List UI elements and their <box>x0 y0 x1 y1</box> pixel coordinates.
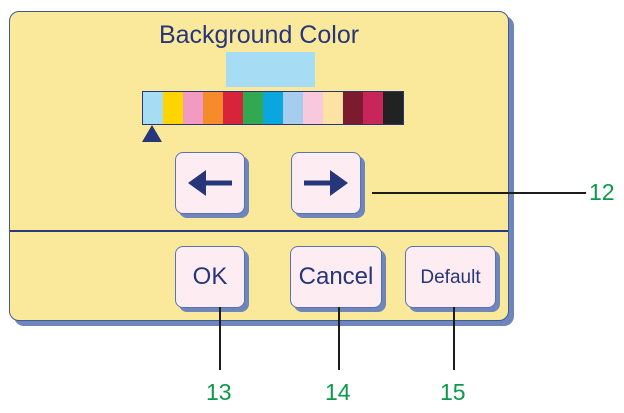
color-swatch[interactable] <box>223 92 243 124</box>
color-preview <box>226 52 315 87</box>
callout-line-12 <box>372 192 586 194</box>
callout-line-14 <box>338 307 340 370</box>
callout-line-15 <box>453 307 455 370</box>
color-swatch[interactable] <box>323 92 343 124</box>
color-swatch[interactable] <box>343 92 363 124</box>
background-color-dialog: Background Color OK Cancel Default <box>9 11 509 321</box>
arrow-right-icon <box>304 170 348 196</box>
color-swatch[interactable] <box>303 92 323 124</box>
color-swatch[interactable] <box>363 92 383 124</box>
callout-14: 14 <box>325 379 351 405</box>
color-swatch[interactable] <box>383 92 403 124</box>
color-swatch[interactable] <box>183 92 203 124</box>
callout-line-13 <box>219 307 221 370</box>
ok-button-label: OK <box>192 263 228 290</box>
callout-13: 13 <box>206 379 232 405</box>
ok-button[interactable]: OK <box>175 246 245 308</box>
color-swatch[interactable] <box>163 92 183 124</box>
color-swatch[interactable] <box>283 92 303 124</box>
previous-color-button[interactable] <box>175 152 245 214</box>
callout-15: 15 <box>440 379 466 405</box>
color-swatch[interactable] <box>243 92 263 124</box>
default-button-label: Default <box>420 266 481 288</box>
color-swatch[interactable] <box>143 92 163 124</box>
default-button[interactable]: Default <box>405 246 496 308</box>
color-swatch[interactable] <box>263 92 283 124</box>
callout-12: 12 <box>589 179 615 205</box>
cancel-button-label: Cancel <box>298 263 374 290</box>
dialog-divider <box>10 230 508 232</box>
cancel-button[interactable]: Cancel <box>290 246 382 308</box>
arrow-left-icon <box>188 170 232 196</box>
dialog-title: Background Color <box>158 21 360 49</box>
color-palette <box>142 91 404 125</box>
next-color-button[interactable] <box>291 152 361 214</box>
color-swatch[interactable] <box>203 92 223 124</box>
selected-color-indicator-icon <box>142 125 162 142</box>
